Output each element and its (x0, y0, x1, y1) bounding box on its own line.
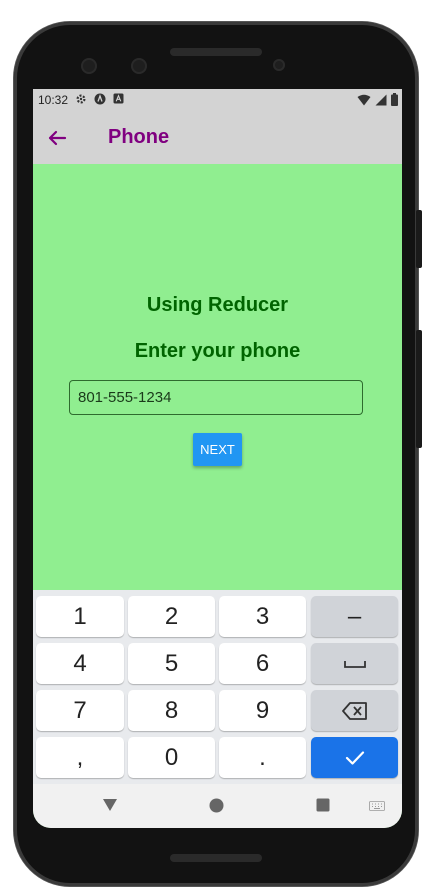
proximity-sensor (273, 59, 285, 71)
key-period[interactable]: . (219, 737, 306, 778)
backspace-icon (341, 701, 367, 720)
system-nav-bar (33, 784, 402, 828)
space-icon (343, 660, 366, 668)
key-0[interactable]: 0 (128, 737, 215, 778)
numeric-keyboard: 1 2 3 – 4 5 6 7 8 9 , 0 . (33, 590, 402, 784)
page-title: Phone (108, 126, 170, 148)
key-minus[interactable]: – (311, 596, 398, 637)
key-done[interactable] (311, 737, 398, 778)
keyboard-switch-icon[interactable] (369, 801, 385, 811)
recents-square-icon[interactable] (316, 798, 330, 812)
app-bar: Phone (33, 111, 402, 164)
phone-input[interactable] (69, 380, 363, 415)
signal-icon (375, 94, 387, 109)
status-bar: 10:32 (33, 89, 402, 111)
key-space[interactable] (311, 643, 398, 684)
bottom-speaker (170, 854, 262, 862)
key-6[interactable]: 6 (219, 643, 306, 684)
key-3[interactable]: 3 (219, 596, 306, 637)
gear-icon (75, 93, 87, 108)
battery-icon (391, 93, 398, 109)
status-time: 10:32 (38, 93, 69, 107)
home-circle-icon[interactable] (209, 798, 224, 813)
wifi-icon (357, 94, 371, 109)
enter-phone-heading: Enter your phone (134, 340, 301, 362)
back-arrow-icon[interactable] (46, 127, 68, 149)
app-icon (94, 93, 106, 108)
key-backspace[interactable] (311, 690, 398, 731)
key-8[interactable]: 8 (128, 690, 215, 731)
a-badge-icon (113, 93, 124, 107)
key-9[interactable]: 9 (219, 690, 306, 731)
back-triangle-icon[interactable] (102, 798, 118, 812)
front-sensor (131, 58, 147, 74)
key-2[interactable]: 2 (128, 596, 215, 637)
key-7[interactable]: 7 (36, 690, 124, 731)
next-button[interactable]: NEXT (193, 433, 242, 466)
key-comma[interactable]: , (36, 737, 124, 778)
screen: 10:32 Phone Using Reducer Enter your pho… (33, 89, 402, 828)
key-1[interactable]: 1 (36, 596, 124, 637)
earpiece-speaker (170, 48, 262, 56)
front-camera (81, 58, 97, 74)
key-5[interactable]: 5 (128, 643, 215, 684)
reducer-heading: Using Reducer (146, 294, 289, 316)
key-4[interactable]: 4 (36, 643, 124, 684)
volume-button (416, 330, 422, 448)
checkmark-icon (345, 750, 364, 765)
power-button (416, 210, 422, 268)
